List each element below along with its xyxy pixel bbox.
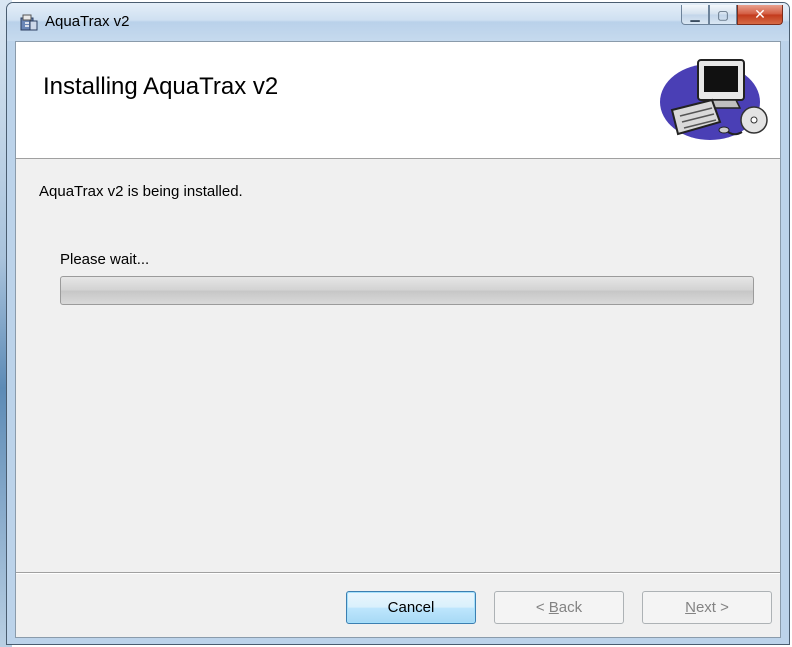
next-button-rest: ext > [695, 599, 729, 616]
next-button[interactable]: Next > [642, 591, 772, 624]
install-progress-bar [60, 276, 754, 305]
dialog-client-area: Installing AquaTrax v2 AquaTrax v2 is be… [15, 41, 781, 638]
maximize-button[interactable]: ▢ [709, 5, 737, 25]
please-wait-label: Please wait... [60, 251, 150, 268]
title-bar[interactable]: AquaTrax v2 ▁ ▢ ✕ [7, 3, 789, 41]
cancel-button-label: Cancel [387, 599, 435, 616]
install-status-text: AquaTrax v2 is being installed. [39, 183, 243, 200]
header-banner: Installing AquaTrax v2 [16, 42, 780, 159]
maximize-icon: ▢ [717, 7, 729, 22]
cancel-button[interactable]: Cancel [346, 591, 476, 624]
close-button[interactable]: ✕ [737, 5, 783, 25]
back-button[interactable]: < Back [494, 591, 624, 624]
window-title: AquaTrax v2 [45, 13, 130, 30]
minimize-icon: ▁ [690, 7, 700, 22]
back-button-accelerator: B [548, 599, 559, 616]
footer-divider [16, 572, 780, 574]
installer-window: AquaTrax v2 ▁ ▢ ✕ Installing AquaTrax v2 [6, 2, 790, 645]
installer-icon [20, 14, 38, 31]
close-icon: ✕ [754, 6, 766, 23]
back-button-prefix: < [535, 599, 549, 616]
minimize-button[interactable]: ▁ [681, 5, 709, 25]
back-button-rest: ack [558, 599, 583, 616]
computer-install-art [660, 59, 768, 140]
page-title: Installing AquaTrax v2 [43, 73, 279, 100]
next-button-accelerator: N [685, 599, 696, 616]
window-controls: ▁ ▢ ✕ [681, 5, 783, 27]
